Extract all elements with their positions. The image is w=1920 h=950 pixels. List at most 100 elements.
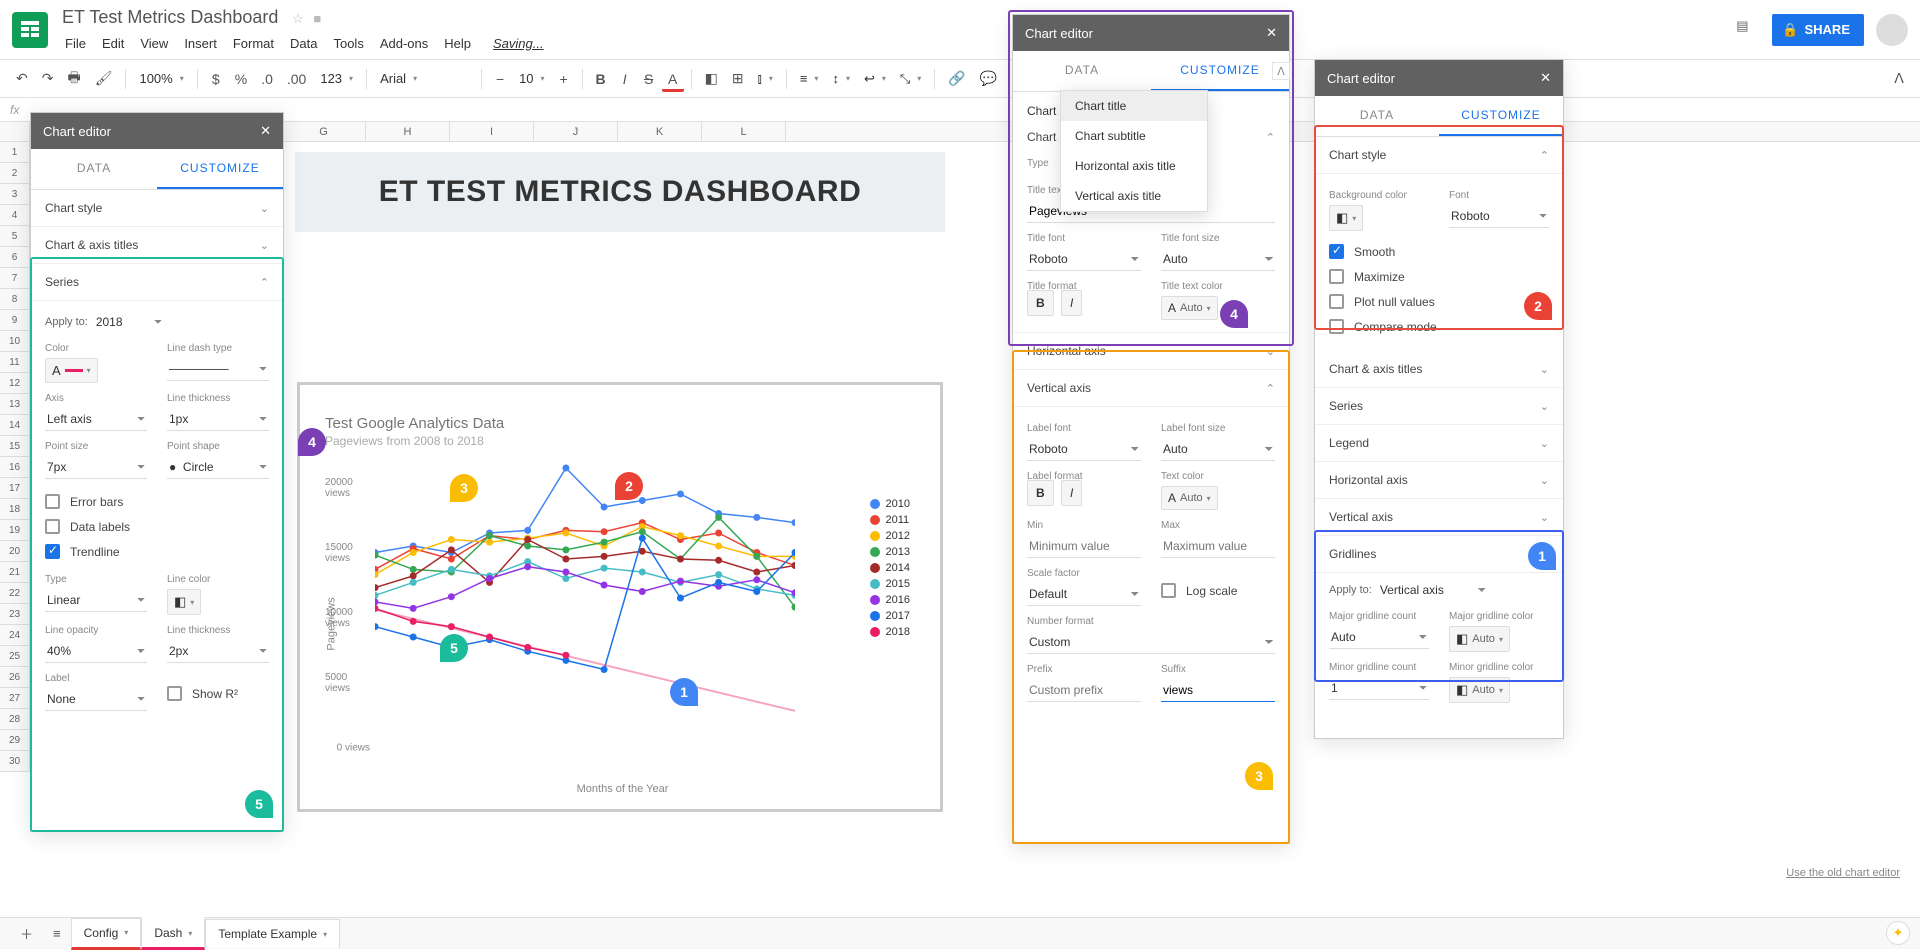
row-header[interactable]: 30 (0, 751, 29, 772)
star-icon[interactable]: ☆ (292, 11, 304, 26)
column-header[interactable]: J (534, 122, 618, 141)
sheet-tab-config[interactable]: Config▾ (71, 918, 142, 950)
smooth-checkbox[interactable] (1329, 244, 1344, 259)
compare-checkbox[interactable] (1329, 319, 1344, 334)
tab-customize[interactable]: CUSTOMIZE (157, 149, 283, 189)
grid-corner[interactable] (0, 122, 30, 142)
bold-icon[interactable]: B (590, 66, 612, 92)
inc-font-icon[interactable]: + (553, 66, 575, 92)
menu-file[interactable]: File (58, 32, 93, 55)
menu-tools[interactable]: Tools (326, 32, 370, 55)
move-folder-icon[interactable]: ■ (313, 11, 321, 26)
user-avatar[interactable] (1876, 14, 1908, 46)
title-italic-btn[interactable]: I (1061, 290, 1082, 316)
section-series[interactable]: Series⌄ (1315, 388, 1563, 425)
row-header[interactable]: 19 (0, 520, 29, 541)
link-icon[interactable]: 🔗 (942, 65, 971, 92)
plot-null-checkbox[interactable] (1329, 294, 1344, 309)
tab-data[interactable]: DATA (1013, 51, 1151, 91)
italic-icon[interactable]: I (614, 66, 636, 92)
undo-icon[interactable]: ↶ (10, 65, 34, 92)
row-header[interactable]: 8 (0, 289, 29, 310)
data-labels-checkbox[interactable] (45, 519, 60, 534)
trend-label-select[interactable]: None (45, 688, 147, 711)
log-scale-checkbox[interactable] (1161, 583, 1176, 598)
row-header[interactable]: 13 (0, 394, 29, 415)
line-color-picker[interactable]: ◧ (167, 589, 201, 615)
row-header[interactable]: 28 (0, 709, 29, 730)
close-icon[interactable]: ✕ (1266, 25, 1277, 41)
formula-bar[interactable]: fx (0, 98, 1920, 122)
font-select[interactable]: Arial (374, 67, 474, 90)
max-input[interactable] (1161, 535, 1275, 558)
collapse-toolbar-icon[interactable]: ᐱ (1888, 65, 1910, 92)
currency-icon[interactable]: $ (205, 66, 227, 92)
valign-icon[interactable]: ↕ (826, 67, 856, 90)
tab-data[interactable]: DATA (1315, 96, 1439, 136)
row-header[interactable]: 7 (0, 268, 29, 289)
redo-icon[interactable]: ↷ (36, 65, 60, 92)
row-header[interactable]: 24 (0, 625, 29, 646)
section-chart-style[interactable]: Chart style⌃ (1315, 137, 1563, 174)
percent-icon[interactable]: % (229, 66, 253, 92)
all-sheets-icon[interactable]: ≡ (43, 920, 71, 947)
section-horizontal-axis[interactable]: Horizontal axis⌄ (1315, 462, 1563, 499)
point-shape-select[interactable]: ● Circle (167, 456, 269, 479)
point-size-select[interactable]: 7px (45, 456, 147, 479)
trendline-checkbox[interactable] (45, 544, 60, 559)
inc-decimal-icon[interactable]: .00 (281, 66, 312, 92)
print-icon[interactable]: 🖶 (61, 62, 86, 96)
old-chart-editor-link[interactable]: Use the old chart editor (1786, 867, 1900, 879)
rotate-icon[interactable]: ⤡ (894, 67, 927, 91)
text-color-picker[interactable]: AAuto (1161, 486, 1218, 510)
chart-font-select[interactable]: Roboto (1449, 205, 1549, 228)
menu-edit[interactable]: Edit (95, 32, 131, 55)
menu-view[interactable]: View (133, 32, 175, 55)
column-header[interactable]: K (618, 122, 702, 141)
option-vaxis-title[interactable]: Vertical axis title (1061, 181, 1207, 211)
option-chart-subtitle[interactable]: Chart subtitle (1061, 121, 1207, 151)
sheet-tab-dash[interactable]: Dash▾ (141, 917, 205, 950)
major-color-picker[interactable]: ◧Auto (1449, 626, 1510, 652)
row-header[interactable]: 21 (0, 562, 29, 583)
add-sheet-icon[interactable]: ＋ (10, 918, 43, 949)
axis-select[interactable]: Left axis (45, 408, 147, 431)
font-size-select[interactable]: 10 (513, 67, 550, 90)
row-header[interactable]: 2 (0, 163, 29, 184)
scroll-up-button[interactable]: ᐱ (1272, 62, 1290, 80)
label-bold-btn[interactable]: B (1027, 480, 1054, 506)
chart-embed[interactable]: Test Google Analytics Data Pageviews fro… (297, 382, 943, 812)
row-header[interactable]: 3 (0, 184, 29, 205)
menu-data[interactable]: Data (283, 32, 324, 55)
column-header[interactable]: L (702, 122, 786, 141)
row-header[interactable]: 10 (0, 331, 29, 352)
section-series[interactable]: Series⌃ (31, 264, 283, 301)
section-chart-style[interactable]: Chart style⌄ (31, 190, 283, 227)
label-font-select[interactable]: Roboto (1027, 438, 1141, 461)
bg-color-picker[interactable]: ◧ (1329, 205, 1363, 231)
line-thickness2-select[interactable]: 2px (167, 640, 269, 663)
min-input[interactable] (1027, 535, 1141, 558)
row-header[interactable]: 5 (0, 226, 29, 247)
row-header[interactable]: 11 (0, 352, 29, 373)
fill-color-icon[interactable]: ◧ (699, 65, 724, 92)
error-bars-checkbox[interactable] (45, 494, 60, 509)
line-dash-select[interactable]: ─────── (167, 358, 269, 381)
section-chart-axis-titles[interactable]: Chart & axis titles⌄ (31, 227, 283, 264)
row-header[interactable]: 23 (0, 604, 29, 625)
major-count-select[interactable]: Auto (1329, 626, 1429, 649)
row-header[interactable]: 18 (0, 499, 29, 520)
row-header[interactable]: 9 (0, 310, 29, 331)
row-header[interactable]: 22 (0, 583, 29, 604)
sheets-logo[interactable] (12, 12, 48, 48)
option-haxis-title[interactable]: Horizontal axis title (1061, 151, 1207, 181)
row-header[interactable]: 6 (0, 247, 29, 268)
line-thickness-select[interactable]: 1px (167, 408, 269, 431)
tab-customize[interactable]: CUSTOMIZE (1151, 51, 1289, 91)
row-header[interactable]: 16 (0, 457, 29, 478)
row-header[interactable]: 26 (0, 667, 29, 688)
menu-insert[interactable]: Insert (177, 32, 224, 55)
section-horizontal-axis[interactable]: Horizontal axis⌄ (1013, 333, 1289, 370)
prefix-input[interactable] (1027, 679, 1141, 702)
series-color-picker[interactable]: A (45, 358, 98, 383)
